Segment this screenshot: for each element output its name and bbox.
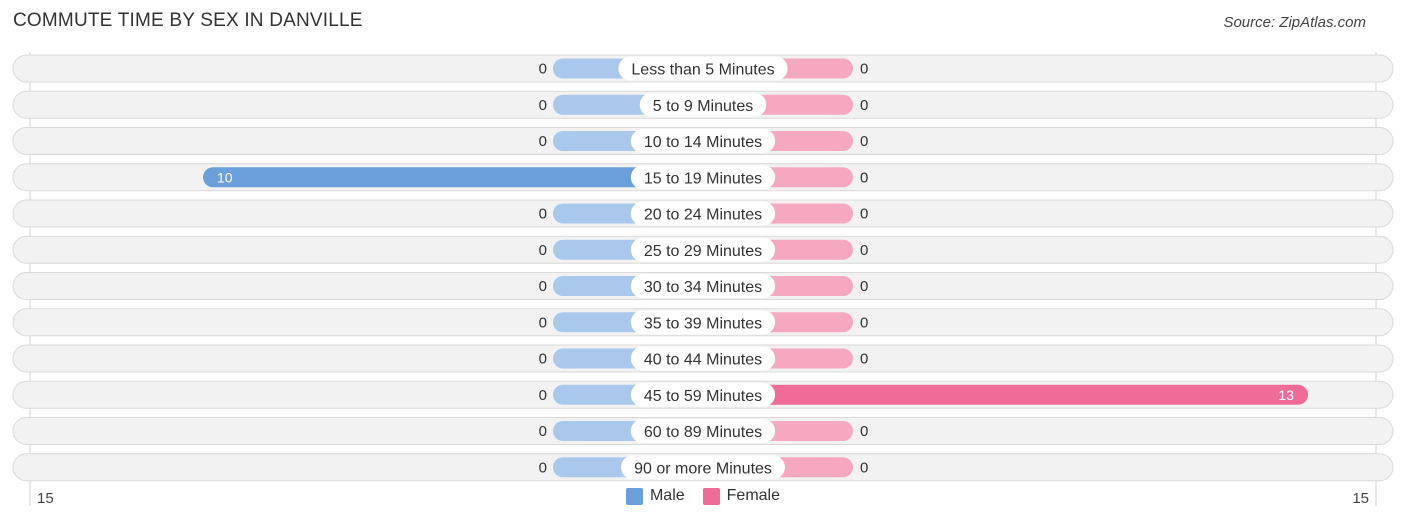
value-label-female: 0	[860, 133, 868, 150]
value-label-male: 0	[539, 459, 547, 476]
value-label-male: 0	[539, 97, 547, 114]
category-label: 10 to 14 Minutes	[644, 134, 762, 151]
category-label: 30 to 34 Minutes	[644, 279, 762, 296]
category-label: Less than 5 Minutes	[631, 62, 774, 79]
category-label: 45 to 59 Minutes	[644, 388, 762, 405]
value-label-female: 0	[860, 206, 868, 223]
value-label-female: 0	[860, 278, 868, 295]
value-label-male: 0	[539, 242, 547, 259]
value-label-male: 0	[539, 351, 547, 368]
legend: Male Female	[0, 487, 1406, 505]
category-label: 15 to 19 Minutes	[644, 170, 762, 187]
value-label-female: 0	[860, 169, 868, 186]
value-label-male: 0	[539, 133, 547, 150]
value-label-female: 0	[860, 423, 868, 440]
category-label: 35 to 39 Minutes	[644, 315, 762, 332]
category-label: 40 to 44 Minutes	[644, 352, 762, 369]
legend-swatch-female	[702, 487, 720, 505]
legend-swatch-male	[625, 487, 643, 505]
legend-item-female[interactable]: Female	[702, 487, 781, 505]
value-label-female: 0	[860, 97, 868, 114]
value-label-female: 0	[860, 351, 868, 368]
value-label-male: 0	[539, 278, 547, 295]
category-label: 20 to 24 Minutes	[644, 207, 762, 224]
bar-male[interactable]	[203, 167, 703, 188]
value-label-female: 0	[860, 61, 868, 78]
legend-label-male: Male	[649, 487, 685, 504]
value-label-male: 10	[217, 169, 233, 185]
value-label-male: 0	[539, 206, 547, 223]
bar-female[interactable]	[703, 384, 1308, 405]
category-label: 90 or more Minutes	[634, 460, 772, 477]
value-label-female: 0	[860, 459, 868, 476]
value-label-male: 0	[539, 423, 547, 440]
category-label: 60 to 89 Minutes	[644, 424, 762, 441]
legend-label-female: Female	[726, 487, 781, 504]
value-label-female: 0	[860, 242, 868, 259]
value-label-male: 0	[539, 314, 547, 331]
chart-canvas: 0 0 Less than 5 Minutes 0 0 5 to 9 Minutes 0 0 1…	[12, 52, 1394, 507]
value-label-male: 0	[539, 61, 547, 78]
value-label-male: 0	[539, 387, 547, 404]
value-label-female: 13	[1278, 387, 1294, 403]
category-label: 25 to 29 Minutes	[644, 243, 762, 260]
value-label-female: 0	[860, 314, 868, 331]
category-label: 5 to 9 Minutes	[653, 98, 754, 115]
legend-item-male[interactable]: Male	[625, 487, 685, 505]
